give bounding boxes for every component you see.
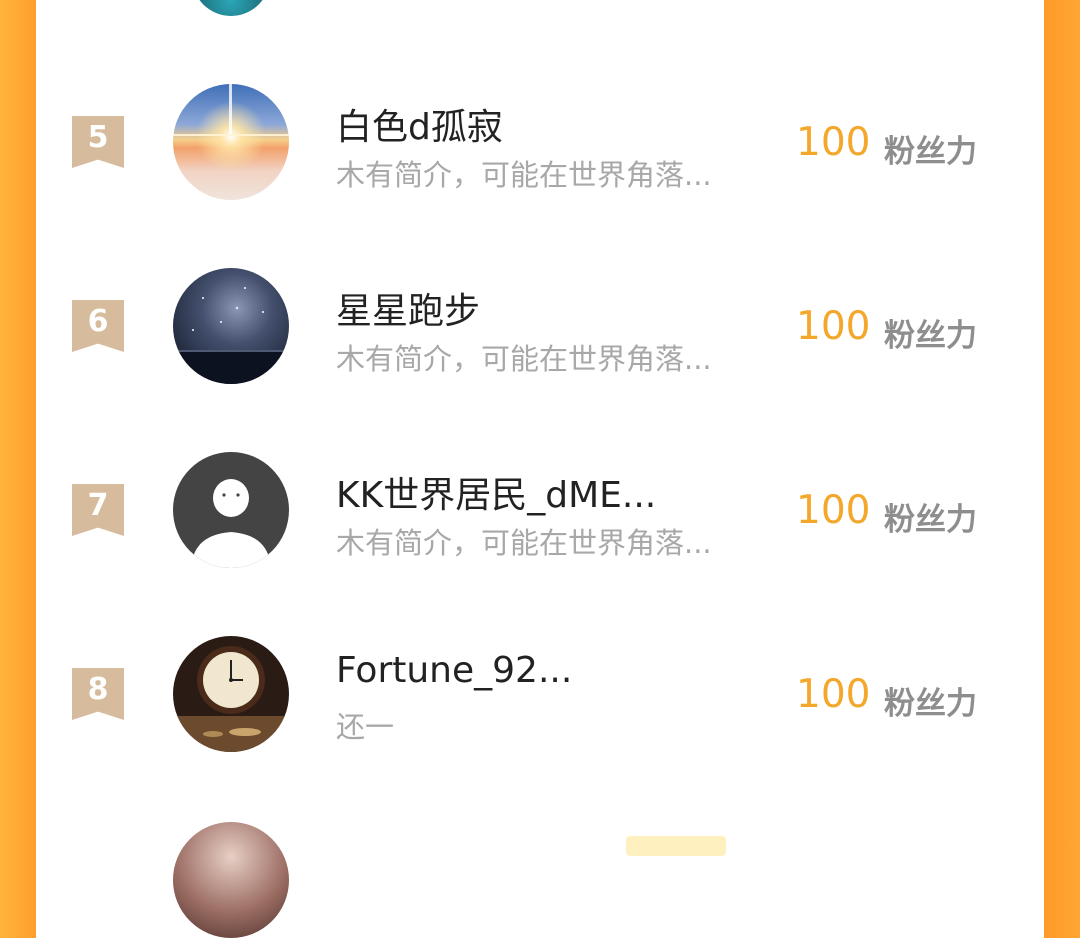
rank-badge: 6: [72, 300, 124, 352]
user-name[interactable]: 白色d孤寂: [336, 98, 503, 150]
fans-power-label: 粉丝力: [884, 686, 977, 722]
next-row-avatar: [173, 822, 289, 938]
starry-night-avatar-image: [173, 268, 289, 384]
sunset-sky-avatar[interactable]: [173, 84, 289, 200]
fans-power-value: 100: [796, 672, 871, 717]
ranking-panel: 5 白色d孤寂 木有简介，可能在世界角落... 100 粉丝力 6 星星跑步 木…: [36, 0, 1044, 938]
clock-avatar-image: [173, 636, 289, 752]
ranking-row[interactable]: 7 KK世界居民_dME... 木有简介，可能在世界角落... 100 粉丝力: [36, 420, 1044, 604]
user-intro: 还一: [336, 710, 395, 744]
previous-row-avatar: [192, 0, 270, 16]
fans-power-value: 100: [796, 488, 871, 533]
user-name[interactable]: 星星跑步: [336, 282, 480, 334]
default-user-avatar[interactable]: [173, 452, 289, 568]
rank-badge: 5: [72, 116, 124, 168]
sunset-sky-avatar-image: [173, 84, 289, 200]
clock-avatar[interactable]: [173, 636, 289, 752]
fans-power-label: 粉丝力: [884, 318, 977, 354]
ranking-row[interactable]: 8 Fortune_92... 还一 100 粉丝力: [36, 604, 1044, 788]
default-user-icon: [173, 452, 289, 568]
fans-power-label: 粉丝力: [884, 502, 977, 538]
starry-night-avatar[interactable]: [173, 268, 289, 384]
ranking-row[interactable]: 6 星星跑步 木有简介，可能在世界角落... 100 粉丝力: [36, 236, 1044, 420]
user-name[interactable]: KK世界居民_dME...: [336, 466, 656, 518]
user-name[interactable]: Fortune_92...: [336, 650, 572, 691]
fans-power-label: 粉丝力: [884, 134, 977, 170]
next-row-badge: [626, 836, 726, 856]
ranking-row[interactable]: 5 白色d孤寂 木有简介，可能在世界角落... 100 粉丝力: [36, 52, 1044, 236]
fans-power-value: 100: [796, 120, 871, 165]
fans-power-value: 100: [796, 304, 871, 349]
rank-badge: 7: [72, 484, 124, 536]
user-intro: 木有简介，可能在世界角落...: [336, 526, 712, 560]
user-intro: 木有简介，可能在世界角落...: [336, 342, 712, 376]
rank-badge: 8: [72, 668, 124, 720]
user-intro: 木有简介，可能在世界角落...: [336, 158, 712, 192]
